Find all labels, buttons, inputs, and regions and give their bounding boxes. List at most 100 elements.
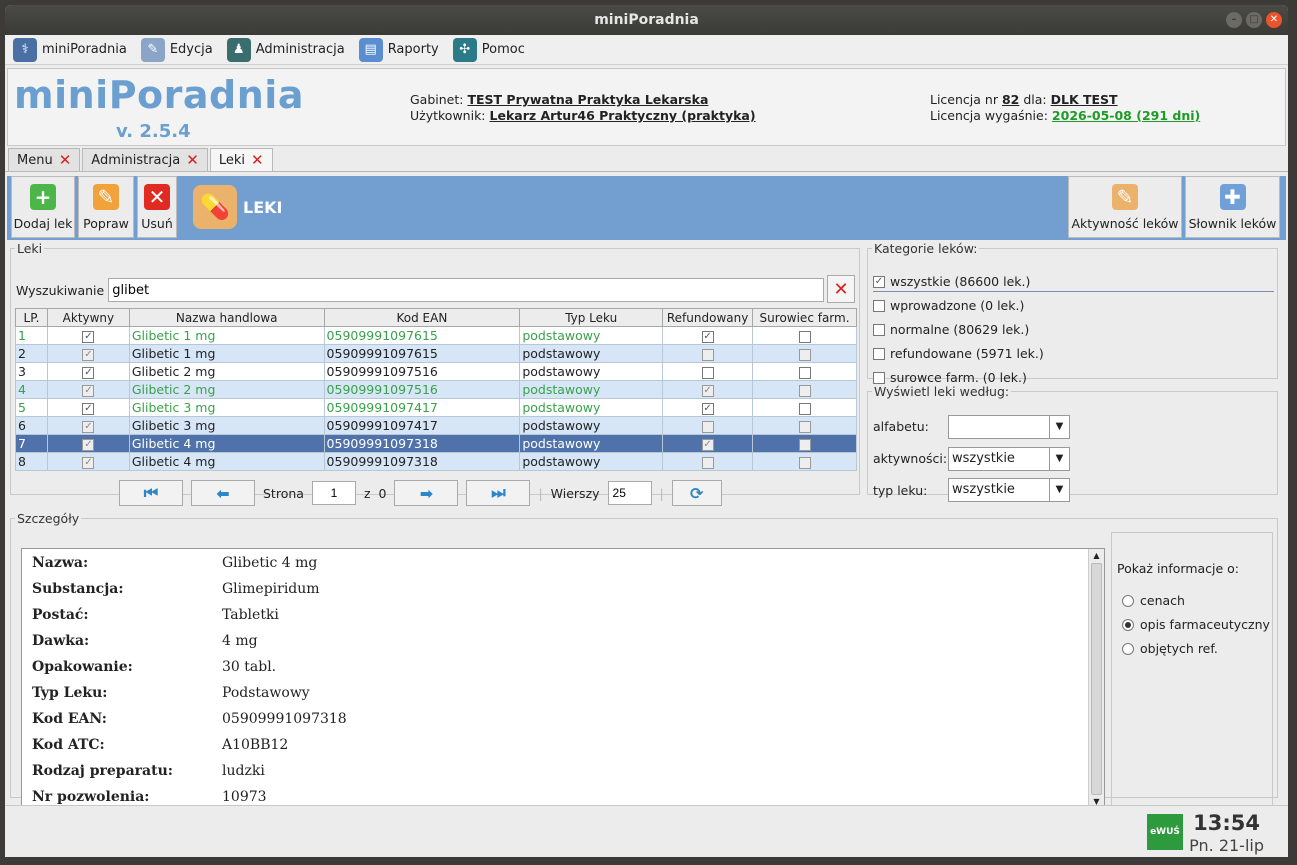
prev-page-button[interactable]: ⬅ <box>191 480 255 506</box>
close-tab-icon[interactable]: ✕ <box>59 151 72 169</box>
chevron-down-icon: ▼ <box>1049 416 1069 438</box>
table-row[interactable]: 2 ✓ Glibetic 1 mg 05909991097615 podstawowy <box>15 344 857 363</box>
table-row[interactable]: 5 ✓ Glibetic 3 mg 05909991097417 podstawowy ✓ <box>15 398 857 417</box>
clear-search-button[interactable]: ✕ <box>827 275 855 303</box>
table-row[interactable]: 3 ✓ Glibetic 2 mg 05909991097516 podstawowy <box>15 362 857 381</box>
table-header: LP. Aktywny Nazwa handlowa Kod EAN Typ L… <box>15 308 857 327</box>
refresh-button[interactable]: ⟳ <box>671 480 722 506</box>
table-row[interactable]: 1 ✓ Glibetic 1 mg 05909991097615 podstawowy ✓ <box>15 326 857 345</box>
cell-lp: 7 <box>15 434 48 453</box>
minimize-icon[interactable]: – <box>1226 12 1242 28</box>
rows-per-page-input[interactable] <box>607 481 652 505</box>
search-input[interactable] <box>108 278 825 302</box>
section-header: 💊 LEKI <box>193 185 282 229</box>
cell-ean: 05909991097516 <box>323 362 521 381</box>
tab-leki[interactable]: Leki ✕ <box>209 148 273 171</box>
col-refund[interactable]: Refundowany <box>662 308 754 327</box>
category-checkbox[interactable]: surowce farm. (0 lek.) <box>873 370 1027 385</box>
menu-miniporadnia[interactable]: ⚕ miniPoradnia <box>11 37 129 63</box>
tab-menu[interactable]: Menu ✕ <box>8 148 81 171</box>
details-view: Nazwa: Glibetic 4 mg Substancja: Glimepirid… <box>21 548 1105 810</box>
activity-select[interactable]: wszystkie ▼ <box>948 447 1070 471</box>
cell-name: Glibetic 4 mg <box>128 434 325 453</box>
maximize-icon[interactable]: □ <box>1246 12 1262 28</box>
col-active[interactable]: Aktywny <box>46 308 130 327</box>
license-expiry: 2026-05-08 (291 dni) <box>1051 108 1201 123</box>
menu-label: miniPoradnia <box>42 42 127 57</box>
col-ean[interactable]: Kod EAN <box>323 308 521 327</box>
app-logo: miniPoradnia <box>14 73 304 117</box>
ewus-icon[interactable]: eWUŚ <box>1147 814 1183 850</box>
scroll-up-icon[interactable]: ▲ <box>1089 549 1104 563</box>
close-icon[interactable]: ✕ <box>1266 12 1282 28</box>
cell-refund: ✓ <box>662 380 754 399</box>
menu-pomoc[interactable]: ✣ Pomoc <box>451 37 527 63</box>
info-options: Pokaż informacje o: cenach opis farmaceut… <box>1111 532 1273 808</box>
admin-icon: ♟ <box>226 37 251 62</box>
pill-icon: ✎ <box>1112 184 1138 210</box>
edit-drug-button[interactable]: ✎ Popraw <box>78 176 134 238</box>
tab-administracja[interactable]: Administracja ✕ <box>82 148 208 171</box>
cell-raw <box>752 416 857 435</box>
doctor-icon: ⚕ <box>13 37 37 62</box>
close-tab-icon[interactable]: ✕ <box>186 151 199 169</box>
first-page-button[interactable]: ⏮ <box>119 480 183 506</box>
info-radio[interactable]: cenach <box>1122 593 1185 608</box>
table-row[interactable]: 8 ✓ Glibetic 4 mg 05909991097318 podstawowy <box>15 452 857 471</box>
menu-raporty[interactable]: ▤ Raporty <box>357 37 441 63</box>
category-checkbox[interactable]: refundowane (5971 lek.) <box>873 346 1044 361</box>
cell-active: ✓ <box>46 452 130 471</box>
last-page-button[interactable]: ⏭ <box>466 480 531 506</box>
checkbox-icon: ✓ <box>873 275 885 288</box>
detail-label: Kod ATC: <box>32 737 105 753</box>
categories-panel: Kategorie leków: ✓ wszystkie (86600 lek.)… <box>867 241 1278 385</box>
pencil-icon: ✎ <box>93 184 119 210</box>
menu-bar: ⚕ miniPoradnia ✎ Edycja ♟ Administracja … <box>5 35 1288 65</box>
drug-activity-button[interactable]: ✎ Aktywność leków <box>1068 176 1182 238</box>
cell-type: podstawowy <box>519 344 664 363</box>
refund-checkbox <box>701 366 714 379</box>
clock-date: Pn. 21-lip <box>1189 836 1264 855</box>
col-name[interactable]: Nazwa handlowa <box>128 308 325 327</box>
window-title: miniPoradnia <box>594 12 699 28</box>
add-drug-button[interactable]: + Dodaj lek <box>11 176 75 238</box>
detail-label: Substancja: <box>32 581 124 597</box>
cell-active: ✓ <box>46 326 130 345</box>
details-scrollbar[interactable]: ▲ ▼ <box>1088 549 1104 809</box>
next-page-button[interactable]: ➡ <box>394 480 459 506</box>
page-input[interactable] <box>311 481 356 505</box>
info-radio[interactable]: objętych ref. <box>1122 641 1218 656</box>
table-row[interactable]: 7 ✓ Glibetic 4 mg 05909991097318 podstawowy ✓ <box>15 434 857 453</box>
section-title: LEKI <box>243 197 283 217</box>
menu-edycja[interactable]: ✎ Edycja <box>139 37 215 63</box>
drug-dictionary-button[interactable]: ✚ Słownik leków <box>1185 176 1280 238</box>
delete-icon: ✕ <box>144 184 170 210</box>
raw-checkbox <box>798 438 811 451</box>
info-radio[interactable]: opis farmaceutyczny <box>1122 617 1270 632</box>
category-checkbox[interactable]: wprowadzone (0 lek.) <box>873 298 1024 313</box>
scroll-thumb[interactable] <box>1091 563 1102 795</box>
cell-name: Glibetic 3 mg <box>128 398 325 417</box>
active-checkbox: ✓ <box>82 402 95 415</box>
active-checkbox: ✓ <box>82 384 95 397</box>
detail-row: Opakowanie: 30 tabl. <box>32 659 1032 679</box>
chevron-down-icon: ▼ <box>1049 479 1069 501</box>
cell-refund: ✓ <box>662 326 754 345</box>
table-row[interactable]: 4 ✓ Glibetic 2 mg 05909991097516 podstawowy ✓ <box>15 380 857 399</box>
menu-administracja[interactable]: ♟ Administracja <box>225 37 347 63</box>
cell-refund <box>662 452 754 471</box>
col-lp[interactable]: LP. <box>15 308 48 327</box>
delete-drug-button[interactable]: ✕ Usuń <box>137 176 177 238</box>
col-type[interactable]: Typ Leku <box>519 308 664 327</box>
detail-row: Rodzaj preparatu: ludzki <box>32 763 1032 783</box>
alphabet-select[interactable]: ▼ <box>948 415 1070 439</box>
type-select[interactable]: wszystkie ▼ <box>948 478 1070 502</box>
category-checkbox[interactable]: normalne (80629 lek.) <box>873 322 1029 337</box>
plus-icon: + <box>30 184 56 210</box>
category-checkbox[interactable]: ✓ wszystkie (86600 lek.) <box>873 274 1274 292</box>
close-tab-icon[interactable]: ✕ <box>251 151 264 169</box>
col-raw[interactable]: Surowiec farm. <box>752 308 857 327</box>
cell-active: ✓ <box>46 380 130 399</box>
cell-name: Glibetic 2 mg <box>128 380 325 399</box>
table-row[interactable]: 6 ✓ Glibetic 3 mg 05909991097417 podstawowy <box>15 416 857 435</box>
